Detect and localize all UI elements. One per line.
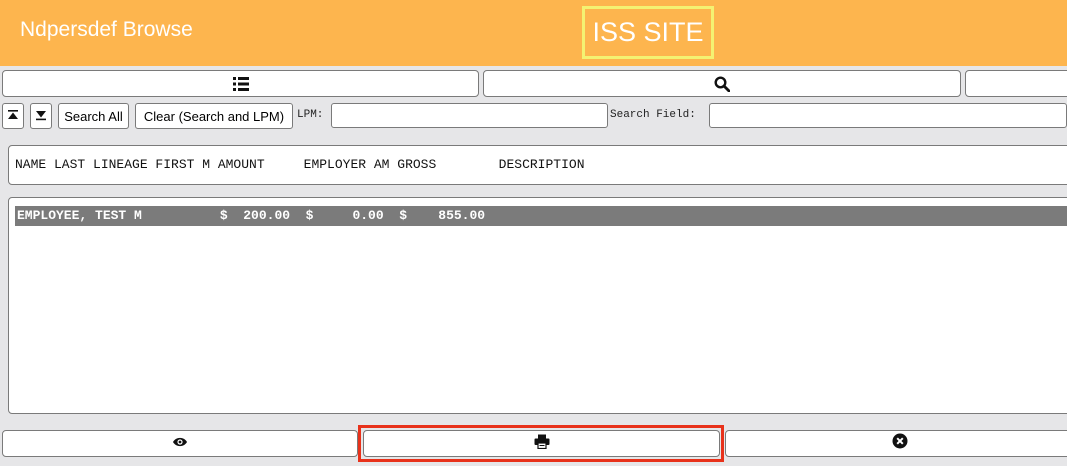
search-field-label: Search Field: xyxy=(610,109,696,121)
lpm-input[interactable] xyxy=(331,103,608,128)
app-header: Ndpersdef Browse ISS SITE xyxy=(0,0,1067,66)
close-button[interactable] xyxy=(725,430,1067,457)
app-title: Ndpersdef Browse xyxy=(20,18,193,41)
search-all-button[interactable]: Search All xyxy=(58,103,129,129)
close-circle-icon xyxy=(892,433,908,454)
clear-search-button[interactable]: Clear (Search and LPM) xyxy=(135,103,293,129)
search-button[interactable] xyxy=(483,70,961,97)
arrow-to-top-icon xyxy=(7,109,19,124)
move-top-button[interactable] xyxy=(2,103,24,129)
list-icon xyxy=(232,76,249,91)
toolbar-button-3[interactable] xyxy=(965,70,1067,97)
lpm-label: LPM: xyxy=(297,109,324,121)
search-field-input[interactable] xyxy=(709,103,1067,128)
search-icon xyxy=(714,75,730,92)
column-headers: NAME LAST LINEAGE FIRST M AMOUNT EMPLOYE… xyxy=(15,157,585,172)
print-button-highlight xyxy=(358,425,724,462)
eye-icon xyxy=(172,435,188,453)
list-view-button[interactable] xyxy=(2,70,479,97)
view-button[interactable] xyxy=(2,430,358,457)
move-bottom-button[interactable] xyxy=(30,103,52,129)
results-list xyxy=(8,197,1067,414)
arrow-to-bottom-icon xyxy=(35,109,47,124)
site-badge: ISS SITE xyxy=(582,6,714,59)
list-item[interactable]: EMPLOYEE, TEST M $ 200.00 $ 0.00 $ 855.0… xyxy=(15,206,1067,226)
